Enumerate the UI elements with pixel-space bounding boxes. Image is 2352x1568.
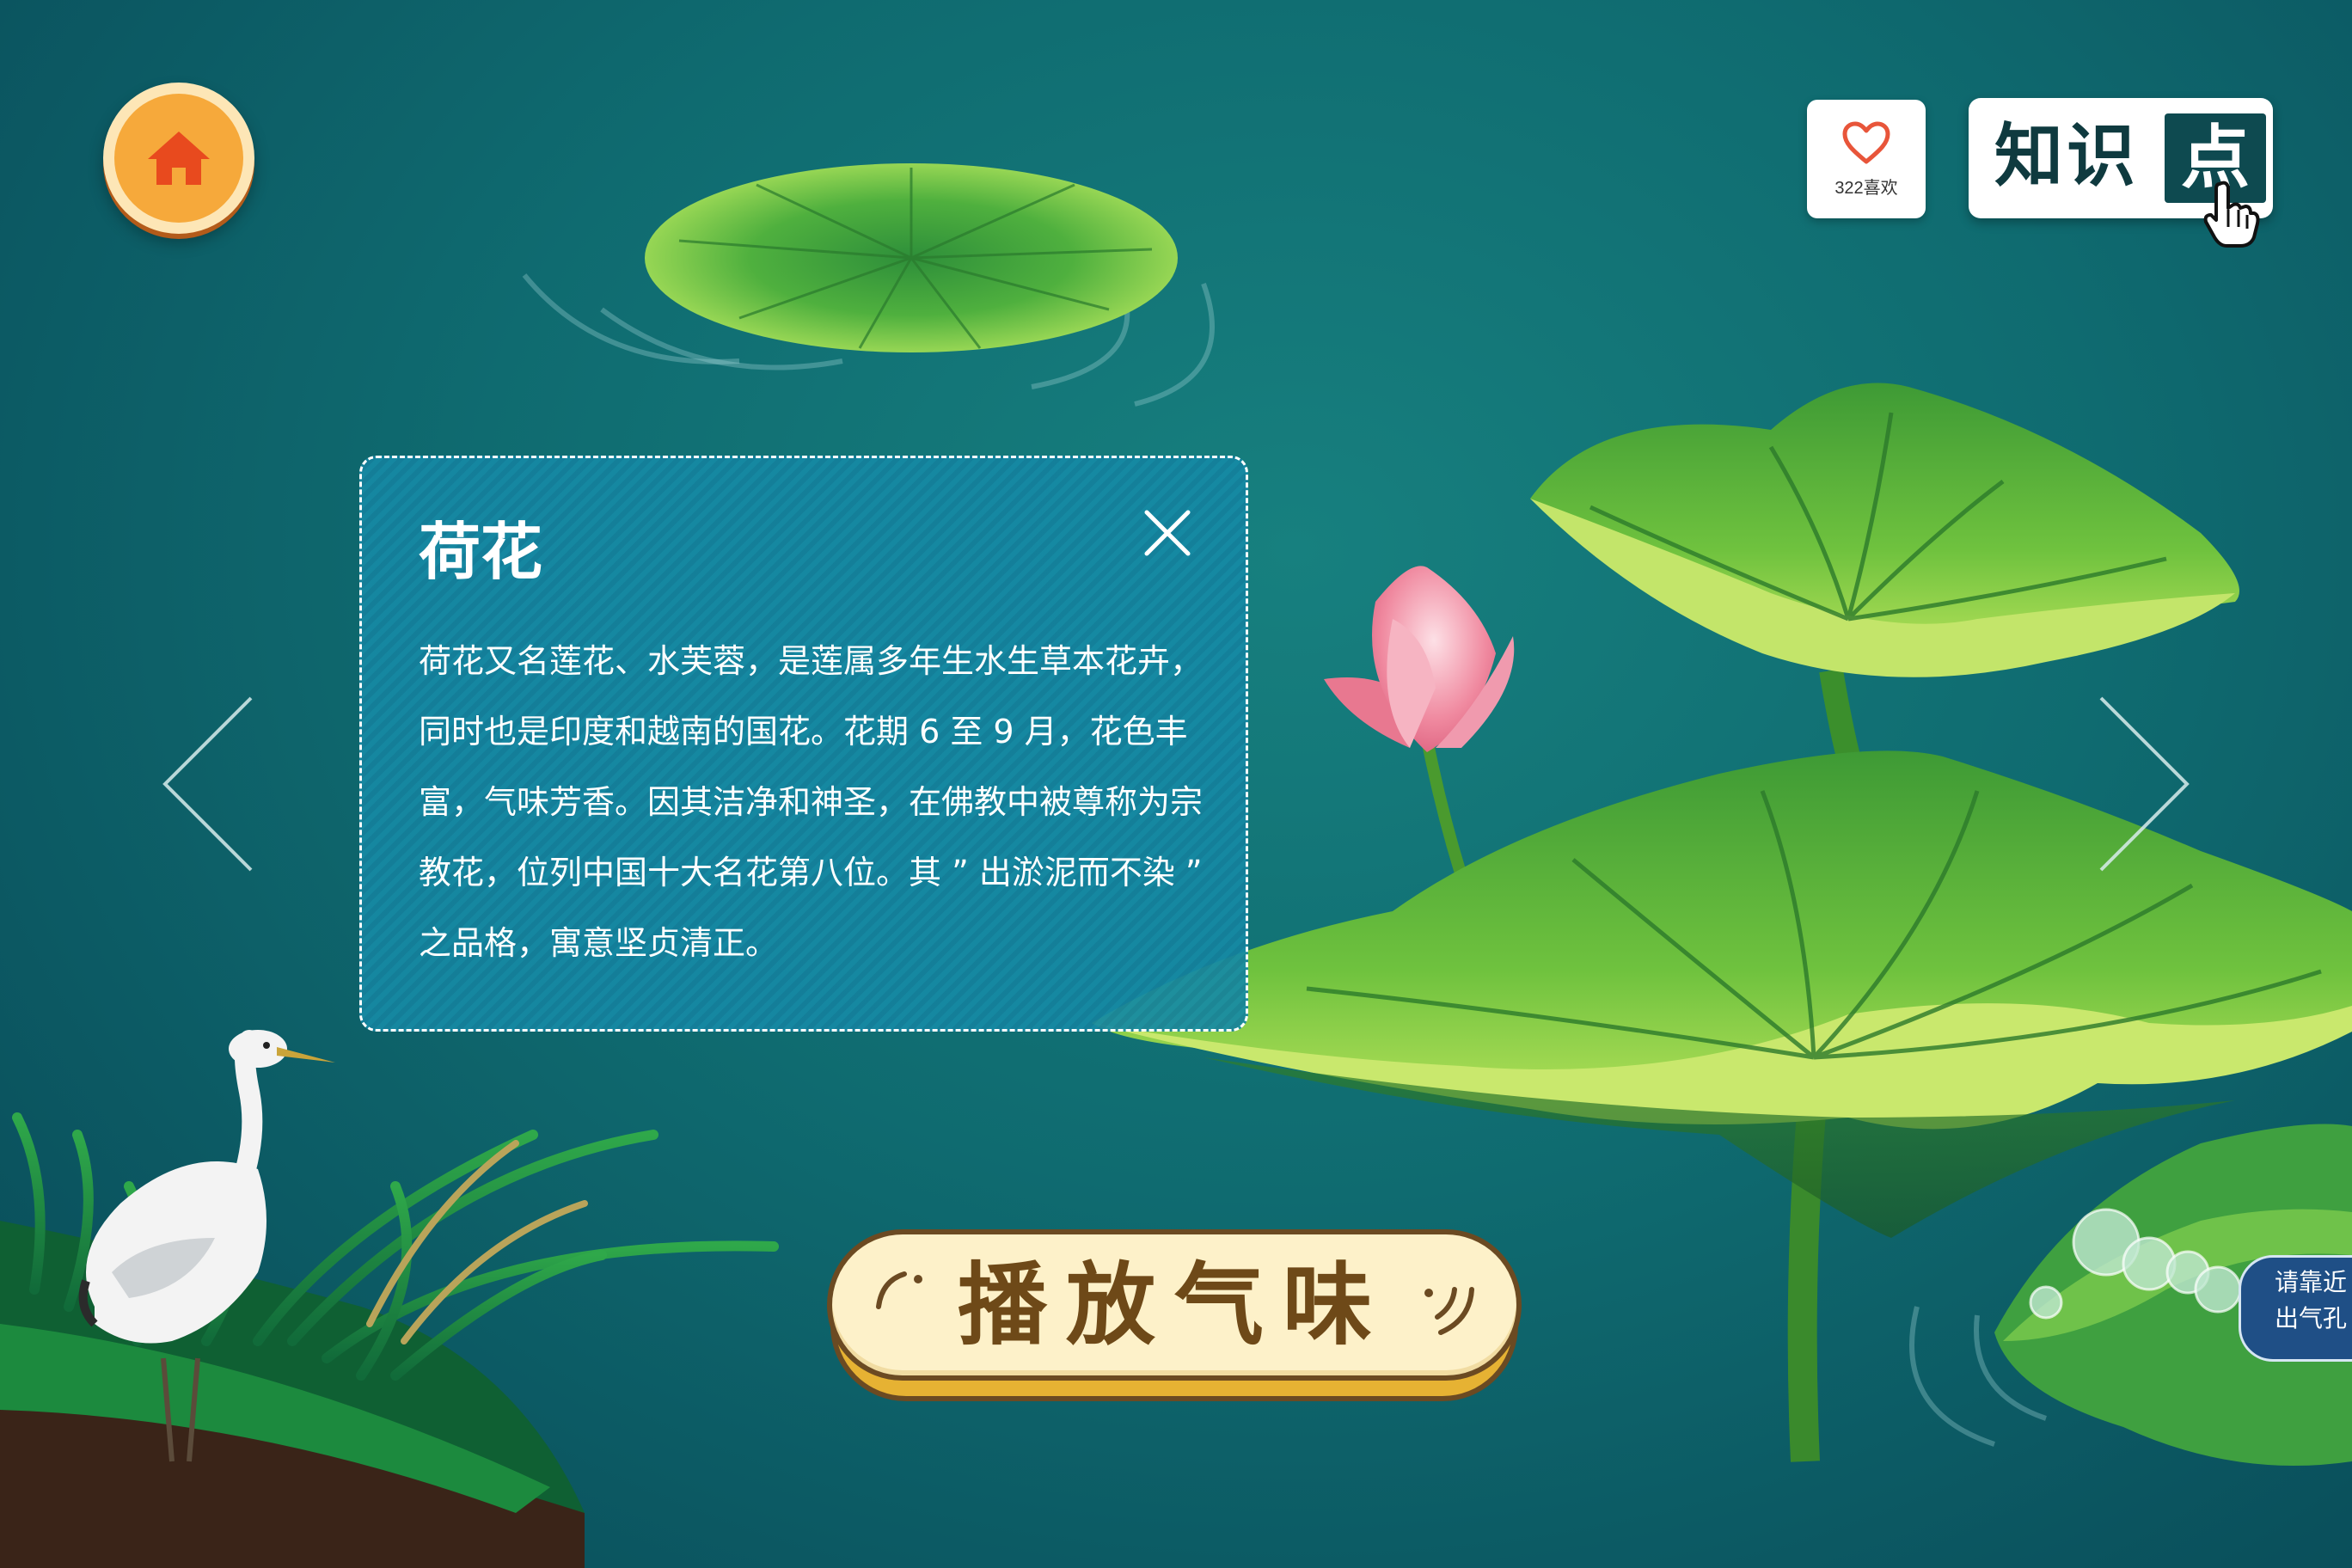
pond-scene: 322喜欢 知识 点 荷花 荷花又名莲花、水芙蓉，是莲属多年生水生草本花卉，同时…: [0, 0, 2352, 1568]
hand-pointer-icon: [2203, 181, 2260, 248]
card-description: 荷花又名莲花、水芙蓉，是莲属多年生水生草本花卉，同时也是印度和越南的国花。花期 …: [419, 642, 1204, 962]
grass-island: [0, 1112, 779, 1568]
knowledge-label: 知识: [1994, 116, 2139, 196]
close-button[interactable]: [1136, 501, 1199, 565]
vent-hint-line2: 出气孔: [2274, 1304, 2347, 1332]
home-icon: [114, 94, 243, 223]
info-card: 荷花 荷花又名莲花、水芙蓉，是莲属多年生水生草本花卉，同时也是印度和越南的国花。…: [359, 456, 1248, 1032]
next-arrow[interactable]: [2092, 693, 2196, 875]
floating-lily-pad: [645, 163, 1178, 352]
like-button[interactable]: 322喜欢: [1807, 100, 1926, 218]
home-button[interactable]: [103, 83, 254, 234]
vent-hint-tab: 请靠近 出气孔: [2239, 1255, 2352, 1362]
card-title: 荷花: [419, 516, 543, 588]
close-icon: [1144, 510, 1191, 556]
knowledge-point-button[interactable]: 知识 点: [1969, 98, 2273, 248]
like-count: 322喜欢: [1834, 178, 1898, 198]
play-scent-label: 播放气味: [957, 1252, 1391, 1357]
lotus-bud: [1324, 566, 1515, 905]
heart-outline-icon: [1842, 121, 1890, 163]
vent-hint-line1: 请靠近: [2274, 1268, 2347, 1296]
previous-arrow[interactable]: [156, 693, 260, 875]
vent-hint-text: 请靠近 出气孔: [2263, 1265, 2352, 1337]
play-scent-button[interactable]: 播放气味: [827, 1229, 1522, 1401]
